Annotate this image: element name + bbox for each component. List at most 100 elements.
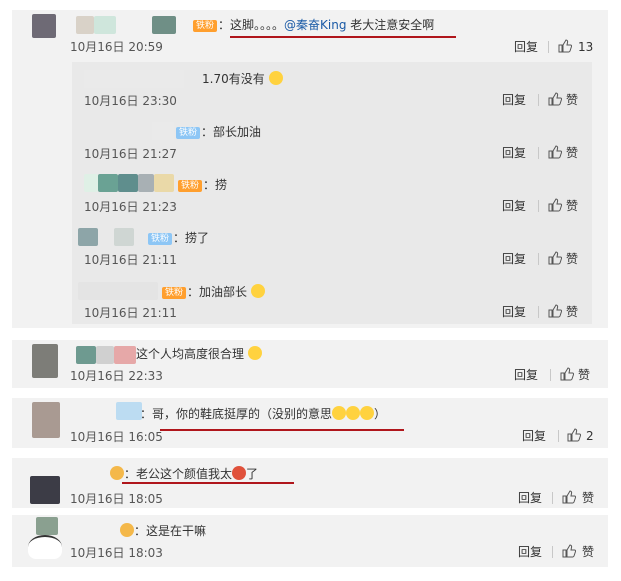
cat-emoji-icon	[360, 406, 375, 420]
avatar[interactable]	[36, 517, 58, 535]
comment-time: 10月16日 18:05	[70, 492, 163, 506]
like-thumb-icon[interactable]	[562, 544, 576, 558]
reply-button[interactable]: 回复	[502, 145, 526, 161]
like-thumb-icon[interactable]	[548, 145, 562, 159]
username-blur[interactable]	[94, 16, 116, 34]
smile-emoji-icon	[268, 71, 283, 85]
like-thumb-icon[interactable]	[562, 490, 576, 504]
comment-time: 10月16日 16:05	[70, 430, 163, 444]
reply-text: 铁粉 ：加油部长	[162, 284, 265, 300]
fan-badge: 铁粉	[176, 127, 201, 139]
cat-emoji-icon	[332, 406, 347, 420]
username-blur[interactable]	[152, 16, 176, 34]
reply-button[interactable]: 回复	[518, 544, 542, 560]
reply-button[interactable]: 回复	[514, 367, 538, 383]
reply-button[interactable]: 回复	[502, 304, 526, 320]
username-blur[interactable]	[154, 174, 174, 192]
like-label[interactable]: 赞	[578, 367, 590, 383]
reply-button[interactable]: 回复	[502, 251, 526, 267]
comment-card-2: 这个人均高度很合理 10月16日 22:33 回复 赞	[12, 340, 608, 388]
divider	[558, 430, 559, 442]
username-blur[interactable]	[96, 346, 114, 364]
comment-card-5: ：这是在干嘛 10月16日 18:03 回复 赞	[12, 515, 608, 567]
like-label[interactable]: 赞	[582, 490, 594, 506]
comment-card-3: ：哥，你的鞋底挺厚的（没别的意思） 10月16日 16:05 回复 2	[12, 398, 608, 448]
divider	[538, 306, 539, 318]
comment-time: 10月16日 22:33	[70, 369, 163, 383]
fan-badge: 铁粉	[178, 180, 203, 192]
like-thumb-icon[interactable]	[558, 39, 572, 53]
username-blur[interactable]	[76, 346, 96, 364]
user-badge-icon	[110, 466, 124, 480]
like-label[interactable]: 赞	[566, 251, 578, 267]
username-blur[interactable]	[78, 228, 98, 246]
reply-button[interactable]: 回复	[518, 490, 542, 506]
divider	[538, 94, 539, 106]
annotation-underline	[160, 429, 404, 431]
like-thumb-icon[interactable]	[548, 304, 562, 318]
mention-link[interactable]: @秦奋King	[284, 18, 346, 32]
reply-text: 1.70有没有	[202, 71, 283, 87]
username-blur[interactable]	[76, 16, 94, 34]
like-label[interactable]: 赞	[566, 198, 578, 214]
reply-time: 10月16日 21:27	[84, 147, 177, 161]
username-blur[interactable]	[84, 70, 184, 88]
avatar[interactable]	[32, 14, 56, 38]
user-badge-icon	[120, 523, 134, 537]
like-thumb-icon[interactable]	[548, 198, 562, 212]
username-blur[interactable]	[114, 228, 134, 246]
username-blur[interactable]	[116, 402, 142, 420]
username-blur[interactable]	[152, 122, 174, 140]
divider	[538, 200, 539, 212]
like-thumb-icon[interactable]	[567, 428, 581, 442]
cat-emoji-icon	[346, 406, 361, 420]
reply-time: 10月16日 21:11	[84, 253, 177, 267]
like-count: 2	[586, 429, 594, 443]
fan-badge: 铁粉	[162, 287, 187, 299]
annotation-underline	[122, 482, 294, 484]
reply-text: 铁粉 ：捞了	[148, 230, 209, 246]
reply-button[interactable]: 回复	[514, 39, 538, 55]
reply-button[interactable]: 回复	[502, 198, 526, 214]
username-blur[interactable]	[84, 174, 98, 192]
reply-button[interactable]: 回复	[502, 92, 526, 108]
divider	[538, 147, 539, 159]
username-blur[interactable]	[114, 346, 136, 364]
reply-time: 10月16日 23:30	[84, 94, 177, 108]
comment-text: ：老公这个颜值我太了	[110, 466, 258, 482]
like-thumb-icon[interactable]	[548, 92, 562, 106]
like-label[interactable]: 赞	[566, 92, 578, 108]
fan-badge: 铁粉	[148, 233, 173, 245]
like-thumb-icon[interactable]	[560, 367, 574, 381]
like-count: 13	[578, 40, 594, 54]
fan-badge: 铁粉	[193, 20, 218, 32]
reply-time: 10月16日 21:23	[84, 200, 177, 214]
reply-button[interactable]: 回复	[522, 428, 546, 444]
annotation-underline	[230, 36, 456, 38]
avatar[interactable]	[32, 402, 60, 438]
comment-text: ：哥，你的鞋底挺厚的（没别的意思）	[140, 406, 387, 421]
avatar[interactable]	[32, 344, 58, 378]
username-blur[interactable]	[138, 174, 154, 192]
avatar[interactable]	[30, 476, 60, 504]
comment-text: ：这是在干嘛	[120, 523, 206, 539]
username-blur[interactable]	[98, 174, 118, 192]
comment-time: 10月16日 18:03	[70, 546, 163, 560]
divider	[552, 546, 553, 558]
divider	[552, 492, 553, 504]
comment-text: 铁粉 ：这脚。。。。@秦奋King 老大注意安全啊	[193, 17, 434, 33]
comment-card-4: ：老公这个颜值我太了 10月16日 18:05 回复 赞	[12, 458, 608, 508]
divider	[538, 253, 539, 265]
username-blur[interactable]	[118, 174, 138, 192]
divider	[548, 41, 549, 53]
like-label[interactable]: 赞	[566, 145, 578, 161]
reply-text: 铁粉 ：捞	[178, 177, 227, 193]
comment-card-1: 铁粉 ：这脚。。。。@秦奋King 老大注意安全啊 10月16日 20:59 回复…	[12, 10, 608, 328]
username-blur[interactable]	[78, 282, 158, 300]
reply-time: 10月16日 21:11	[84, 306, 177, 320]
like-thumb-icon[interactable]	[548, 251, 562, 265]
like-label[interactable]: 赞	[582, 544, 594, 560]
comment-time: 10月16日 20:59	[70, 40, 163, 54]
like-label[interactable]: 赞	[566, 304, 578, 320]
heart-eyes-emoji-icon	[232, 466, 247, 480]
